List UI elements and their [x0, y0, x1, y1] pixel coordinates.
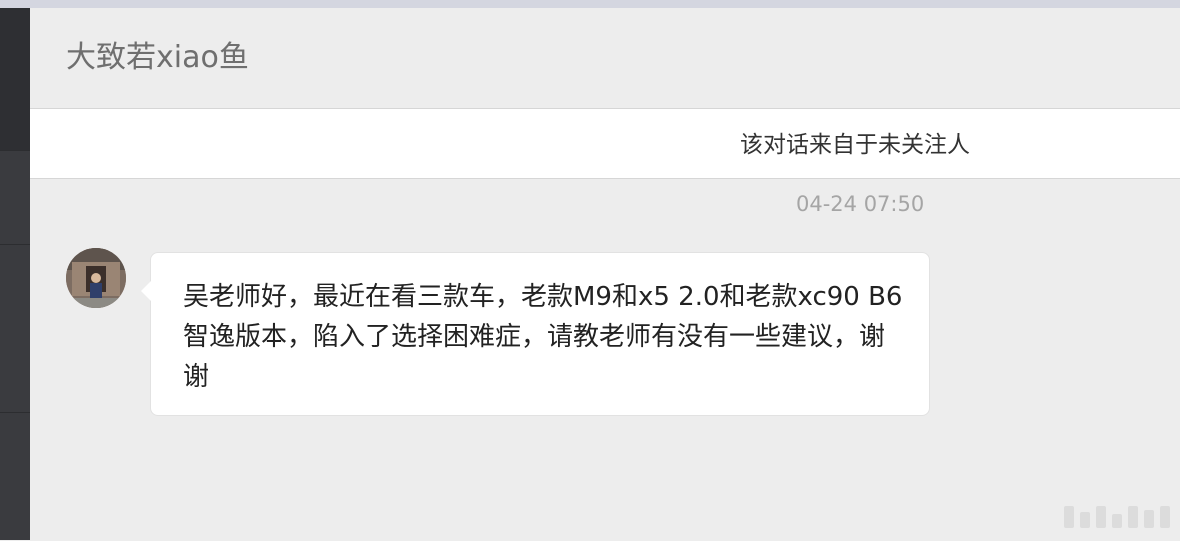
left-sidebar — [0, 8, 30, 540]
notice-bar: 该对话来自于未关注人 — [30, 109, 1180, 179]
message-text: 吴老师好，最近在看三款车，老款M9和x5 2.0和老款xc90 B6智逸版本，陷… — [183, 282, 903, 392]
chat-panel: 大致若xiao鱼 该对话来自于未关注人 04-24 07:50 吴老师好，最近在… — [30, 8, 1180, 540]
notice-text: 该对话来自于未关注人 — [740, 132, 970, 158]
message-bubble[interactable]: 吴老师好，最近在看三款车，老款M9和x5 2.0和老款xc90 B6智逸版本，陷… — [141, 252, 930, 416]
sidebar-item[interactable] — [0, 150, 30, 245]
user-avatar[interactable] — [66, 248, 126, 308]
sidebar-item[interactable] — [0, 244, 30, 413]
window-top-strip — [0, 0, 1180, 8]
avatar-image — [66, 248, 126, 308]
watermark-icon — [1064, 506, 1170, 528]
sidebar-item[interactable] — [0, 412, 30, 541]
message-timestamp: 04-24 07:50 — [796, 192, 925, 216]
bubble-tail — [141, 281, 151, 301]
chat-header: 大致若xiao鱼 — [30, 8, 1180, 109]
sidebar-top-block — [0, 8, 30, 150]
contact-name: 大致若xiao鱼 — [66, 40, 249, 75]
